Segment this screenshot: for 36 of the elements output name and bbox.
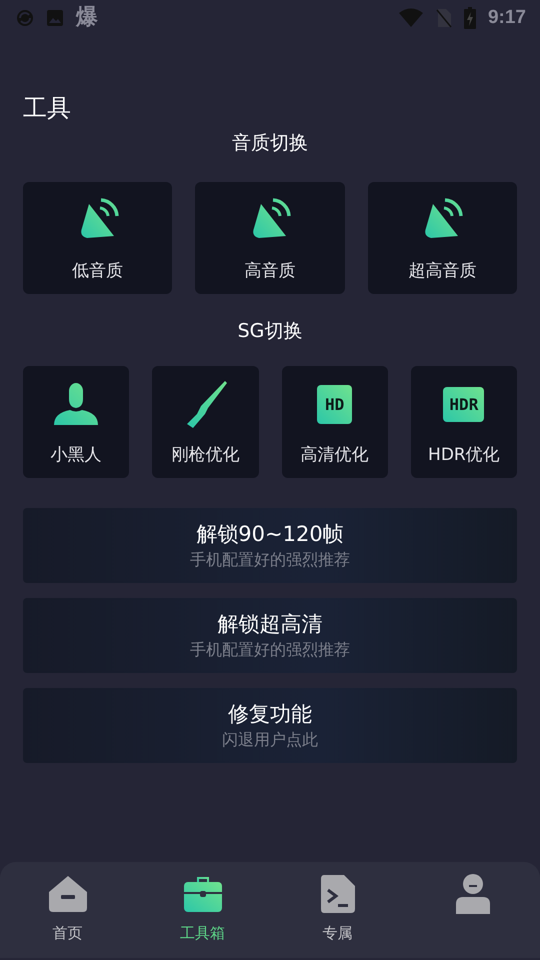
option-tile[interactable]: HDR HDR优化 (410, 366, 517, 478)
section-title: SG切换 (238, 319, 302, 344)
action-title: 解锁90~120帧 (196, 521, 344, 548)
action-card[interactable]: 解锁超高清 手机配置好的强烈推荐 (23, 598, 517, 673)
image-icon (46, 9, 64, 27)
action-subtitle: 闪退用户点此 (222, 730, 318, 751)
action-card[interactable]: 解锁90~120帧 手机配置好的强烈推荐 (23, 508, 517, 583)
section-title: 音质切换 (232, 131, 308, 156)
nav-tab[interactable]: 首页 (0, 862, 135, 958)
option-tile[interactable]: HD 高清优化 (282, 366, 388, 478)
hdr-icon: HDR (443, 387, 484, 422)
action-subtitle: 手机配置好的强烈推荐 (190, 640, 350, 661)
home-icon (48, 874, 88, 914)
option-tile[interactable]: 高音质 (195, 182, 345, 294)
terminal-file-icon (320, 874, 356, 914)
action-title: 修复功能 (228, 701, 312, 728)
nav-tab[interactable]: 专属 (270, 862, 405, 958)
action-card[interactable]: 修复功能 闪退用户点此 (23, 688, 517, 763)
no-sim-icon (436, 8, 452, 28)
battery-icon (464, 7, 476, 29)
nav-tab[interactable]: 工具箱 (135, 862, 270, 958)
toolbox-icon (182, 874, 222, 914)
action-subtitle: 手机配置好的强烈推荐 (190, 550, 350, 571)
person-icon (52, 382, 100, 426)
notification-text: 爆 (76, 6, 98, 30)
sync-icon (16, 9, 34, 27)
option-tile[interactable]: 小黑人 (23, 366, 130, 478)
option-tile[interactable]: 超高音质 (368, 182, 517, 294)
hd-icon: HD (316, 385, 352, 424)
page-title: 工具 (23, 93, 71, 124)
user-icon (454, 874, 490, 914)
option-tile[interactable]: 刚枪优化 (152, 366, 258, 478)
wifi-icon (398, 8, 424, 28)
clock-time: 9:17 (488, 7, 526, 29)
option-tile[interactable]: 低音质 (23, 182, 172, 294)
action-title: 解锁超高清 (218, 611, 322, 638)
